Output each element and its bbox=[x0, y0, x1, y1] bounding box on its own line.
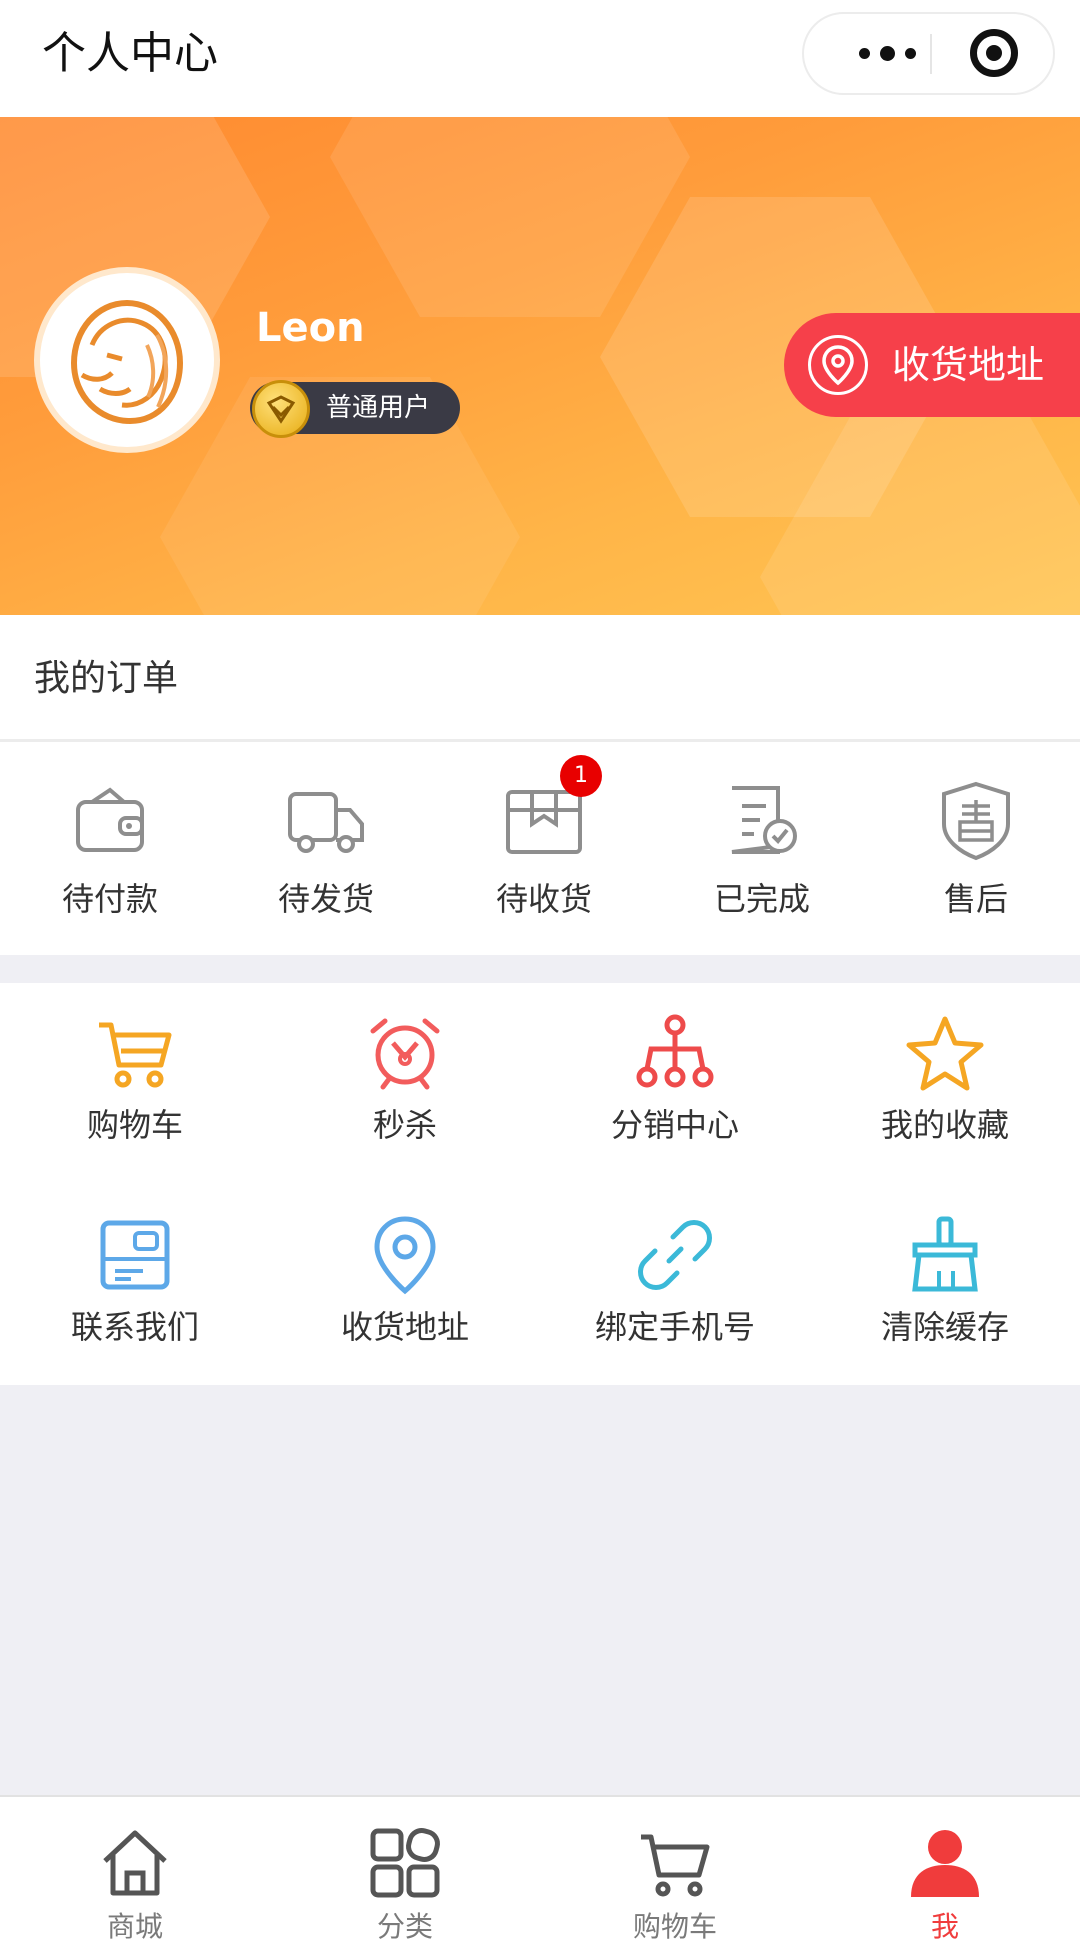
navigation-bar: 个人中心 bbox=[0, 0, 1080, 117]
contact-card-icon bbox=[100, 1220, 170, 1290]
tool-flash-sale[interactable]: 秒杀 bbox=[270, 983, 540, 1173]
tab-cart-label: 购物车 bbox=[632, 1910, 717, 1943]
mini-program-capsule bbox=[802, 12, 1055, 95]
tool-bind-phone-label: 绑定手机号 bbox=[594, 1308, 755, 1346]
cart-icon bbox=[641, 1834, 710, 1897]
tool-favorites-label: 我的收藏 bbox=[880, 1106, 1009, 1144]
home-icon bbox=[103, 1830, 167, 1896]
order-after-sale-label: 售后 bbox=[943, 880, 1008, 918]
order-completed-label: 已完成 bbox=[713, 880, 810, 918]
broom-icon bbox=[912, 1216, 978, 1292]
decor-hexagon bbox=[330, 117, 690, 317]
order-pending-shipment-label: 待发货 bbox=[277, 880, 374, 918]
document-check-icon bbox=[731, 786, 797, 854]
order-completed[interactable]: 已完成 bbox=[662, 762, 862, 942]
tool-shopping-cart[interactable]: 购物车 bbox=[0, 983, 270, 1173]
order-pending-payment[interactable]: 待付款 bbox=[10, 762, 210, 942]
order-status-row: 待付款 待发货 待收货 已完成 售后 bbox=[0, 742, 1080, 955]
avatar[interactable] bbox=[34, 267, 220, 453]
member-level-label: 普通用户 bbox=[326, 393, 431, 423]
tab-category-label: 分类 bbox=[376, 1910, 433, 1943]
tool-contact-us[interactable]: 联系我们 bbox=[0, 1185, 270, 1375]
star-icon bbox=[906, 1016, 984, 1091]
alarm-clock-icon bbox=[370, 1018, 440, 1090]
tool-clear-cache[interactable]: 清除缓存 bbox=[810, 1185, 1080, 1375]
tab-me-label: 我 bbox=[930, 1910, 959, 1943]
lion-avatar-icon bbox=[70, 299, 184, 425]
tool-clear-cache-label: 清除缓存 bbox=[880, 1308, 1009, 1346]
shipping-address-button[interactable]: 收货地址 bbox=[784, 313, 1080, 417]
tab-mall-label: 商城 bbox=[106, 1910, 163, 1943]
hierarchy-icon bbox=[636, 1014, 714, 1088]
pending-receipt-count-badge: 1 bbox=[560, 755, 602, 797]
profile-header: Leon 普通用户 收货地址 bbox=[0, 117, 1080, 615]
tab-category[interactable]: 分类 bbox=[270, 1797, 540, 1956]
order-after-sale[interactable]: 售后 bbox=[876, 762, 1076, 942]
tab-me[interactable]: 我 bbox=[810, 1797, 1080, 1956]
member-level-badge: 普通用户 bbox=[250, 380, 460, 438]
shipping-address-label: 收货地址 bbox=[892, 343, 1045, 387]
order-pending-payment-label: 待付款 bbox=[61, 880, 158, 918]
tool-contact-us-label: 联系我们 bbox=[70, 1308, 199, 1346]
vip-medal-icon bbox=[252, 380, 310, 438]
category-grid-icon bbox=[370, 1828, 440, 1898]
tool-distribution-center[interactable]: 分销中心 bbox=[540, 983, 810, 1173]
more-menu-icon[interactable] bbox=[842, 14, 932, 93]
tab-cart[interactable]: 购物车 bbox=[540, 1797, 810, 1956]
link-icon bbox=[638, 1220, 712, 1290]
location-pin-icon bbox=[374, 1216, 436, 1295]
tool-shipping-address-label: 收货地址 bbox=[340, 1308, 469, 1346]
capsule-divider bbox=[930, 34, 932, 74]
tool-bind-phone[interactable]: 绑定手机号 bbox=[540, 1185, 810, 1375]
wallet-icon bbox=[76, 787, 144, 852]
location-pin-icon bbox=[808, 335, 868, 395]
my-orders-title: 我的订单 bbox=[34, 658, 179, 699]
tool-favorites[interactable]: 我的收藏 bbox=[810, 983, 1080, 1173]
tool-shipping-address[interactable]: 收货地址 bbox=[270, 1185, 540, 1375]
tool-shopping-cart-label: 购物车 bbox=[86, 1106, 183, 1144]
tool-distribution-center-label: 分销中心 bbox=[610, 1106, 739, 1144]
truck-icon bbox=[288, 792, 364, 853]
username: Leon bbox=[256, 305, 365, 351]
order-pending-shipment[interactable]: 待发货 bbox=[226, 762, 426, 942]
tab-mall[interactable]: 商城 bbox=[0, 1797, 270, 1956]
profile-page: 个人中心 Leon 普通用户 收货地址 我的订单 待付款 待发货 待收货 已完成… bbox=[0, 0, 1080, 1956]
page-title: 个人中心 bbox=[42, 28, 218, 79]
tool-flash-sale-label: 秒杀 bbox=[372, 1106, 437, 1144]
my-orders-header[interactable]: 我的订单 bbox=[0, 615, 1080, 742]
shield-after-sale-icon bbox=[942, 781, 1010, 861]
order-pending-receipt[interactable]: 待收货 bbox=[444, 762, 644, 942]
close-miniprogram-icon[interactable] bbox=[970, 29, 1018, 77]
cart-icon bbox=[99, 1022, 172, 1088]
tools-grid: 购物车 秒杀 分销中心 我的收藏 联系我们 收货地址 绑定手机号 清除缓存 bbox=[0, 983, 1080, 1385]
person-icon bbox=[911, 1830, 979, 1897]
bottom-tab-bar: 商城 分类 购物车 我 bbox=[0, 1795, 1080, 1956]
order-pending-receipt-label: 待收货 bbox=[495, 880, 592, 918]
